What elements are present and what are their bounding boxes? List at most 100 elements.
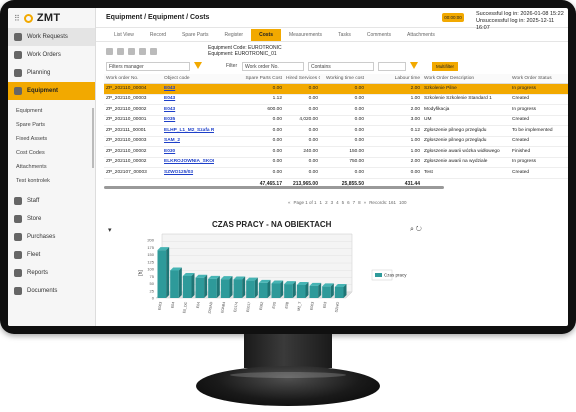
delete-icon[interactable]	[128, 48, 135, 55]
table-row[interactable]: ZP_202110_00003 SAM_2 0.00 0.00 0.00 1.00 Zgło…	[104, 136, 568, 147]
object-code-link[interactable]: SAM_2	[162, 136, 214, 146]
object-code-link[interactable]: E043	[162, 84, 214, 94]
session-timer[interactable]: 00:00:00	[442, 13, 464, 22]
page-link[interactable]: 8	[358, 200, 361, 205]
sidebar-scrollbar[interactable]	[92, 108, 94, 168]
sidebar-item-work-orders[interactable]: Work Orders	[8, 46, 95, 64]
sidebar-item-work-requests[interactable]: Work Requests	[8, 28, 95, 46]
table-row[interactable]: ZP_202107_00003 SZWO125/03 0.00 0.00 0.00 0.0…	[104, 168, 568, 179]
filter-value-input[interactable]	[378, 62, 406, 71]
page-link[interactable]: 2	[325, 200, 328, 205]
apply-filter-icon[interactable]	[410, 62, 418, 69]
object-code-link[interactable]: E035	[162, 115, 214, 125]
object-code-link[interactable]: E043	[162, 105, 214, 115]
sidebar-item-label: Staff	[27, 198, 40, 204]
table-row[interactable]: ZP_202110_00002 E043 600.00 0.00 0.00 2.00 Mod…	[104, 105, 568, 116]
object-code-link[interactable]: ELKROJOWNIA_SKORY	[162, 157, 214, 167]
table-cell: UM	[424, 117, 432, 123]
object-code-link[interactable]: ELHP_L1_M2_Szafa Rozdz	[162, 126, 214, 136]
column-header[interactable]: Labour time	[366, 74, 422, 83]
page-link[interactable]: 5	[342, 200, 345, 205]
filter-operator-select[interactable]: Contains	[308, 62, 374, 71]
tab-register[interactable]: Register	[216, 29, 251, 41]
chart-bar	[208, 278, 217, 298]
table-row[interactable]: ZP_202110_00002 ELKROJOWNIA_SKORY 0.00 0.00…	[104, 157, 568, 168]
sidebar-secondary-nav: Staff Store Purchases Fleet Reports Documents	[8, 188, 95, 300]
equipment-info: Equipment Code: EUROTRONIC Equipment: EU…	[208, 45, 282, 57]
column-header[interactable]: Spare Parts Cost	[214, 74, 284, 83]
export-icon[interactable]	[139, 48, 146, 55]
table-row[interactable]: ZP_202110_00001 E035 0.00 4,020.00 0.00 3.00 U…	[104, 115, 568, 126]
page-link[interactable]: 6	[347, 200, 350, 205]
pager-prev-icon[interactable]: «	[288, 200, 291, 205]
table-cell: 750.00	[349, 159, 364, 165]
sidebar-item-documents[interactable]: Documents	[8, 282, 95, 300]
subnav-item-attachments[interactable]: Attachments	[8, 160, 95, 174]
multifilter-button[interactable]: Multifilter	[432, 62, 458, 71]
edit-icon[interactable]	[117, 48, 124, 55]
tab-comments[interactable]: Comments	[359, 29, 399, 41]
filter-bar: Filters manager Filter Work order No. Co…	[106, 62, 466, 73]
tab-measurements[interactable]: Measurements	[281, 29, 330, 41]
sidebar-item-fleet[interactable]: Fleet	[8, 246, 95, 264]
table-cell: 0.00	[308, 138, 318, 144]
chart-xtick-label: E003	[157, 301, 162, 310]
sidebar-item-purchases[interactable]: Purchases	[8, 228, 95, 246]
sidebar-item-reports[interactable]: Reports	[8, 264, 95, 282]
table-cell: 150.00	[349, 148, 364, 154]
total-cell	[510, 179, 568, 187]
filter-field-select[interactable]: Work order No.	[242, 62, 304, 71]
pager-next-icon[interactable]: »	[364, 200, 367, 205]
sidebar-item-store[interactable]: Store	[8, 210, 95, 228]
tab-tasks[interactable]: Tasks	[330, 29, 359, 41]
table-cell: ZP_202107_00003	[106, 169, 147, 175]
column-header[interactable]: Work order No.	[104, 74, 162, 83]
table-cell: 0.00	[354, 96, 364, 102]
table-cell: Zgłoszenie pilnego przeglądu	[424, 138, 487, 144]
tab-costs[interactable]: Costs	[251, 29, 281, 41]
subnav-item-equipment[interactable]: Equipment	[8, 104, 95, 118]
funnel-icon[interactable]	[194, 62, 202, 69]
add-icon[interactable]	[106, 48, 113, 55]
table-row[interactable]: ZP_202110_00004 E043 0.00 0.00 0.00 2.00 Szkol…	[104, 84, 568, 95]
object-code-link[interactable]: E030	[162, 147, 214, 157]
app-logo[interactable]: ⠿ ZMT	[8, 8, 95, 28]
sidebar-item-staff[interactable]: Staff	[8, 192, 95, 210]
object-code-link[interactable]: SZWO125/03	[162, 168, 214, 178]
table-row[interactable]: ZP_202111_00001 ELHP_L1_M2_Szafa Rozdz 0.0…	[104, 126, 568, 137]
object-code-link[interactable]: E043	[162, 94, 214, 104]
table-cell: Zgłoszenie pilnego przeglądu	[424, 127, 487, 133]
tab-spare-parts[interactable]: Spare Parts	[174, 29, 216, 41]
sidebar-item-equipment[interactable]: Equipment	[8, 82, 95, 100]
page-size-select[interactable]: 100	[399, 200, 407, 205]
chart-xtick-label: E04	[170, 301, 175, 308]
subnav-item-test-kontrolek[interactable]: Test kontrolek	[8, 174, 95, 188]
column-header[interactable]: Object code	[162, 74, 214, 83]
grip-dots-icon[interactable]: ⠿	[14, 14, 20, 23]
subnav-item-cost-codes[interactable]: Cost Codes	[8, 146, 95, 160]
page-link[interactable]: 4	[336, 200, 339, 205]
tab-list-view[interactable]: List View	[106, 29, 142, 41]
sidebar-item-planning[interactable]: Planning	[8, 64, 95, 82]
table-row[interactable]: ZP_202110_00002 E030 0.00 240.00 150.00 1.00 Z…	[104, 147, 568, 158]
page-link[interactable]: 7	[353, 200, 356, 205]
table-cell: ZP_202110_00003	[106, 138, 147, 144]
tab-attachments[interactable]: Attachments	[399, 29, 443, 41]
table-row[interactable]: ZP_202110_00003 E043 1.12 0.00 0.00 1.00 Szkol…	[104, 94, 568, 105]
print-icon[interactable]	[150, 48, 157, 55]
subnav-item-fixed-assets[interactable]: Fixed Assets	[8, 132, 95, 146]
page-link[interactable]: 1	[320, 200, 323, 205]
column-header[interactable]: Work Order Description	[422, 74, 510, 83]
chart-xtick-label: E0174	[233, 301, 239, 312]
table-cell: Created	[512, 96, 530, 102]
table-horizontal-scrollbar[interactable]	[104, 186, 444, 189]
column-header[interactable]: Working time cost	[320, 74, 366, 83]
filters-manager-select[interactable]: Filters manager	[106, 62, 190, 71]
column-header[interactable]: Hired Services Cost	[284, 74, 320, 83]
chart-bar-side	[242, 276, 246, 298]
subnav-item-spare-parts[interactable]: Spare Parts	[8, 118, 95, 132]
column-header[interactable]: Work Order Status	[510, 74, 568, 83]
chart-bar	[334, 286, 344, 298]
page-link[interactable]: 3	[331, 200, 334, 205]
tab-record[interactable]: Record	[142, 29, 174, 41]
